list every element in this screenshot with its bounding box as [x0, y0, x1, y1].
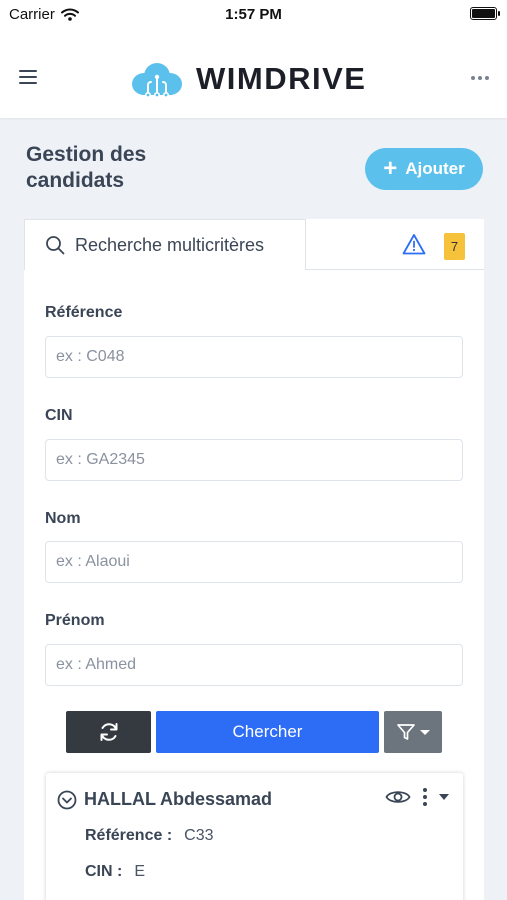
reference-value: C33	[184, 827, 214, 844]
candidate-reference-row: Référence : C33	[85, 827, 214, 845]
collapse-toggle-icon[interactable]	[57, 790, 77, 810]
candidate-name: HALLAL Abdessamad	[84, 789, 273, 809]
search-button[interactable]: Chercher	[156, 711, 379, 753]
reference-key: Référence :	[85, 827, 173, 844]
menu-icon[interactable]	[19, 70, 37, 84]
candidate-cin-row: CIN : E	[85, 863, 145, 881]
nom-label: Nom	[45, 510, 81, 527]
eye-icon[interactable]	[385, 788, 411, 806]
page-title: Gestion des candidats	[26, 143, 147, 192]
search-panel: Recherche multicritères 7 Référence CIN …	[24, 219, 484, 900]
candidate-card: HALLAL Abdessamad Référence : C33 CIN : …	[46, 773, 463, 900]
filter-icon	[397, 724, 415, 740]
add-button-label: Ajouter	[405, 159, 465, 178]
more-vertical-icon[interactable]	[423, 788, 427, 806]
cloud-logo-icon	[132, 63, 182, 98]
reference-label: Référence	[45, 304, 123, 321]
refresh-icon	[100, 723, 117, 741]
brand-name: WIMDRIVE	[196, 61, 367, 96]
filter-dropdown-button[interactable]	[384, 711, 442, 753]
plus-icon: +	[383, 155, 398, 182]
prenom-input[interactable]	[45, 644, 463, 686]
nom-input[interactable]	[45, 541, 463, 583]
cin-label: CIN	[45, 407, 73, 424]
reference-input[interactable]	[45, 336, 463, 378]
cin-key: CIN :	[85, 863, 123, 880]
candidate-header[interactable]: HALLAL Abdessamad	[57, 789, 272, 810]
prenom-label: Prénom	[45, 612, 105, 629]
tab-multicriteria-search[interactable]: Recherche multicritères	[24, 219, 306, 270]
chevron-down-icon[interactable]	[439, 794, 449, 800]
reset-button[interactable]	[66, 711, 151, 753]
add-candidate-button[interactable]: + Ajouter	[365, 148, 483, 190]
search-icon	[46, 236, 65, 255]
status-time: 1:57 PM	[225, 6, 282, 23]
search-tab-label: Recherche multicritères	[75, 234, 265, 255]
candidate-actions	[385, 788, 449, 806]
alert-count-badge: 7	[444, 233, 465, 260]
cin-value: E	[134, 863, 145, 880]
brand: WIMDRIVE	[130, 57, 366, 101]
status-bar: Carrier 1:57 PM	[0, 0, 507, 32]
warning-icon[interactable]	[402, 233, 426, 255]
cin-input[interactable]	[45, 439, 463, 481]
more-options-icon[interactable]	[471, 76, 489, 80]
battery-icon	[470, 7, 500, 20]
app-header: WIMDRIVE	[0, 32, 507, 118]
chevron-down-icon	[420, 729, 430, 735]
